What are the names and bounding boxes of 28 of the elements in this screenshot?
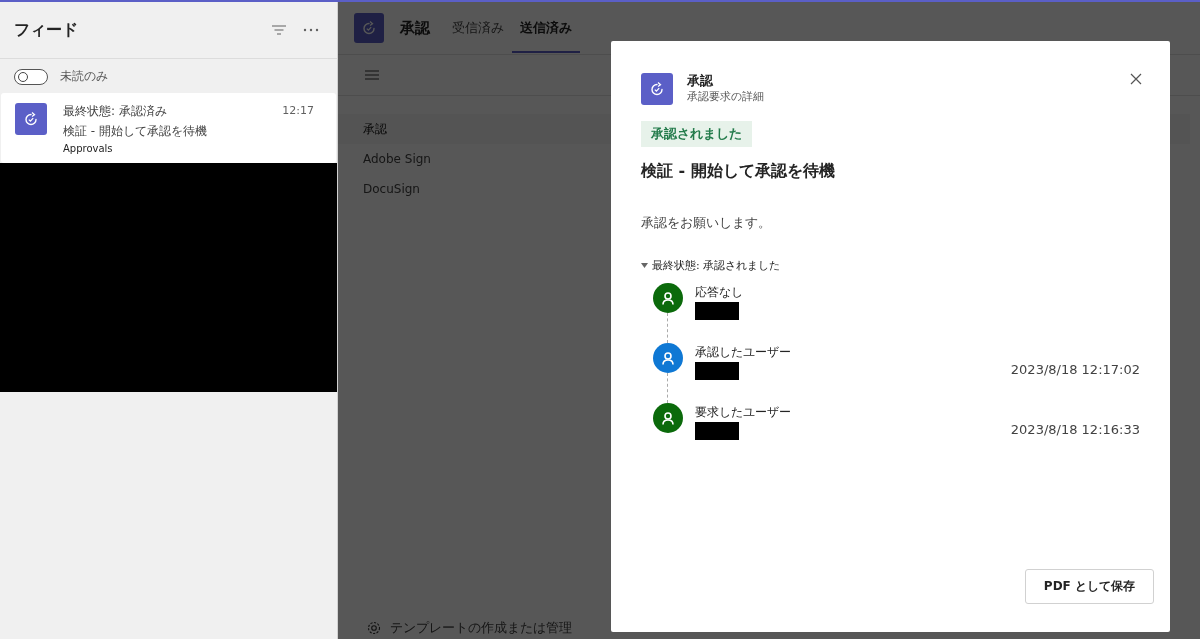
dialog-subtitle: 承認要求の詳細 <box>687 89 764 105</box>
feed-item-subtitle: 検証 - 開始して承認を待機 <box>63 123 208 140</box>
user-role: 応答なし <box>695 285 743 300</box>
approval-icon <box>641 73 673 105</box>
request-title: 検証 - 開始して承認を待機 <box>641 161 836 182</box>
save-pdf-button[interactable]: PDF として保存 <box>1024 569 1154 604</box>
approval-icon <box>15 103 47 135</box>
settings-icon <box>366 620 382 636</box>
timestamp: 2023/8/18 12:17:02 <box>1010 362 1140 377</box>
approval-icon <box>354 13 384 43</box>
user-role: 要求したユーザー <box>695 405 791 420</box>
request-message: 承認をお願いします。 <box>641 214 772 232</box>
feed-item[interactable]: 最終状態: 承認済み 検証 - 開始して承認を待機 Approvals 12:17 <box>1 93 336 163</box>
feed-item-app: Approvals <box>63 142 114 156</box>
timestamp: 2023/8/18 12:16:33 <box>1010 422 1140 437</box>
feed-item-time: 12:17 <box>282 104 314 117</box>
app-title: 承認 <box>400 18 430 38</box>
caret-down-icon <box>641 262 648 269</box>
more-icon[interactable] <box>303 28 319 32</box>
status-badge: 承認されました <box>641 121 752 147</box>
feed-title: フィード <box>14 19 78 41</box>
history-toggle[interactable]: 最終状態: 承認されました <box>641 258 1140 273</box>
close-icon[interactable] <box>1130 73 1142 85</box>
toggle-switch[interactable] <box>14 68 48 85</box>
toggle-label: 未読のみ <box>60 68 108 85</box>
user-role: 承認したユーザー <box>695 345 791 360</box>
dialog-title: 承認 <box>687 73 714 89</box>
feed-item-title: 最終状態: 承認済み <box>63 103 168 120</box>
